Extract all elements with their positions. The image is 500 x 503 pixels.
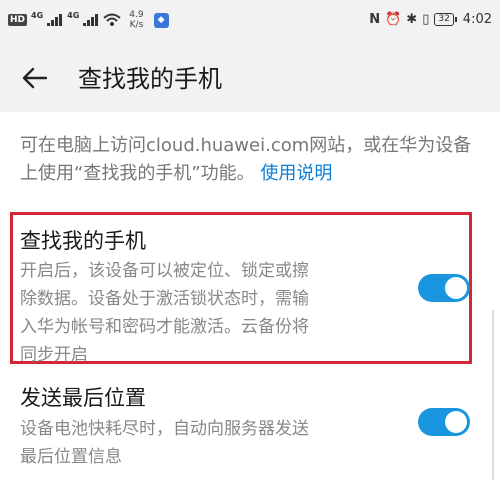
find-my-phone-desc-line: 开启后，该设备可以被定位、锁定或擦 [20,261,309,281]
signal-icon [83,14,99,26]
send-last-location-desc-line: 最后位置信息 [20,447,122,467]
find-my-phone-desc: 开启后，该设备可以被定位、锁定或擦 除数据。设备处于激活锁状态时，需输 入华为帐… [20,257,400,369]
status-right: N ⏰ ✱ ▯ 32 4:02 [369,12,492,27]
description-text: 可在电脑上访问cloud.huawei.com网站，或在华为设备上使用“查找我的… [20,132,485,188]
find-my-phone-desc-line: 同步开启 [20,345,88,365]
help-link[interactable]: 使用说明 [260,163,332,184]
speed-value: 4.9 [129,10,144,20]
toggle-knob [445,411,467,433]
find-my-phone-toggle[interactable] [418,274,470,302]
hd-badge: HD [8,14,28,26]
send-last-location-title: 发送最后位置 [20,386,146,410]
wifi-icon [103,13,121,26]
description-body: 可在电脑上访问cloud.huawei.com网站，或在华为设备上使用“查找我的… [20,135,472,184]
status-left: HD 4G 4G 4.9 K/s ◆ [8,10,169,30]
network-type-1: 4G [31,10,44,20]
find-my-phone-desc-line: 入华为帐号和密码才能激活。云备份将 [20,317,309,337]
back-arrow-icon[interactable] [20,64,48,92]
signal-icon [47,14,63,26]
app-bar: 查找我的手机 [0,44,500,112]
status-bar: HD 4G 4G 4.9 K/s ◆ N ⏰ ✱ ▯ 32 4:02 [0,0,500,44]
vibrate-icon: ▯ [422,12,430,27]
nfc-icon: N [369,12,381,27]
clock: 4:02 [462,12,492,27]
network-type-2: 4G [67,10,80,20]
find-my-phone-title: 查找我的手机 [20,229,146,253]
toggle-knob [445,277,467,299]
edge-divider [492,310,494,480]
app-notification-icon: ◆ [153,12,169,28]
alarm-icon: ⏰ [385,12,402,27]
battery-icon: 32 [434,13,458,26]
page-title: 查找我的手机 [78,65,222,93]
find-my-phone-desc-line: 除数据。设备处于激活锁状态时，需输 [20,289,309,309]
speed-unit: K/s [129,20,144,30]
network-speed: 4.9 K/s [129,10,143,30]
bluetooth-icon: ✱ [406,12,418,27]
send-last-location-desc-line: 设备电池快耗尽时，自动向服务器发送 [20,419,309,439]
send-last-location-desc: 设备电池快耗尽时，自动向服务器发送 最后位置信息 [20,415,400,471]
send-last-location-toggle[interactable] [418,408,470,436]
